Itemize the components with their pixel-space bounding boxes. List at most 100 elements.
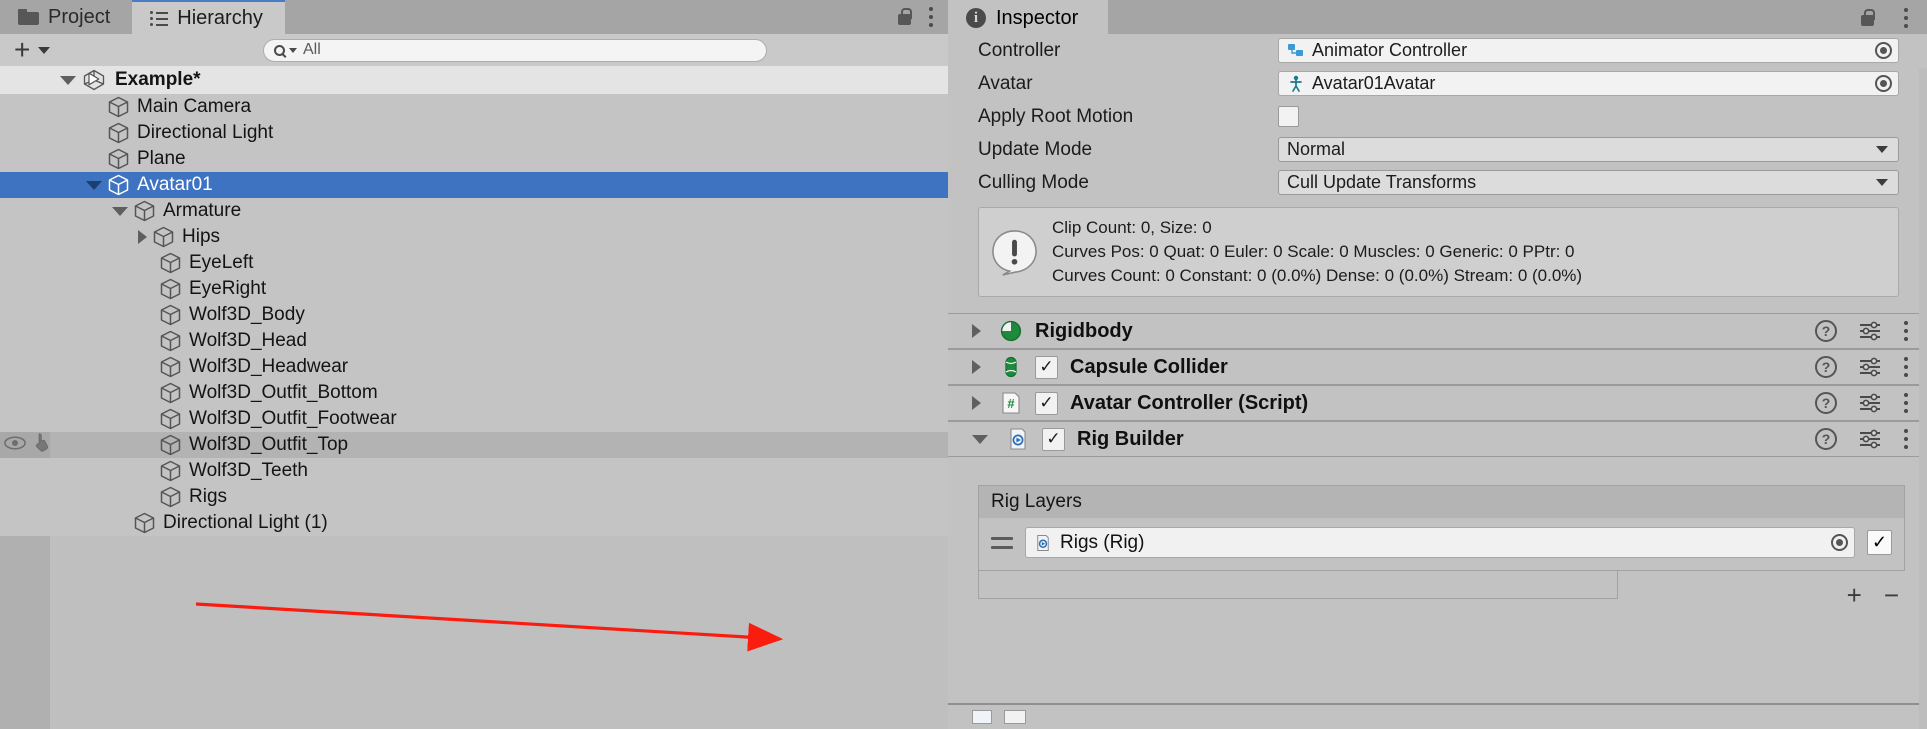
- animator-info-helpbox: Clip Count: 0, Size: 0 Curves Pos: 0 Qua…: [978, 207, 1899, 298]
- pickability-toggle[interactable]: [32, 432, 52, 458]
- object-picker-icon[interactable]: [1875, 42, 1892, 59]
- rig-layer-item[interactable]: Rigs (Rig) ✓: [991, 527, 1892, 559]
- add-gameobject-button[interactable]: +: [14, 36, 51, 64]
- inspector-kebab-menu-icon[interactable]: [1903, 8, 1909, 28]
- hierarchy-row[interactable]: Directional Light: [0, 120, 948, 146]
- update-mode-dropdown[interactable]: Normal: [1278, 137, 1899, 162]
- rigidbody-icon: [1000, 321, 1022, 342]
- hierarchy-row-label: Rigs: [189, 486, 228, 507]
- remove-rig-layer-button[interactable]: −: [1884, 582, 1899, 608]
- help-icon[interactable]: ?: [1815, 320, 1837, 343]
- gameobject-cube-icon: [153, 226, 174, 248]
- property-row-update-mode: Update Mode Normal: [948, 133, 1927, 166]
- collapse-arrow-icon[interactable]: [86, 180, 102, 190]
- drag-handle[interactable]: [991, 536, 1013, 549]
- hierarchy-row[interactable]: Wolf3D_Outfit_Bottom: [0, 380, 948, 406]
- rig-layers-list: Rig Layers Rigs (Rig) ✓: [978, 485, 1905, 572]
- preset-icon[interactable]: [1859, 357, 1881, 377]
- kebab-menu-icon[interactable]: [1903, 393, 1909, 414]
- rig-layer-enabled-checkbox[interactable]: ✓: [1867, 530, 1892, 556]
- hierarchy-row[interactable]: Hips: [0, 224, 948, 250]
- hierarchy-row[interactable]: Rigs: [0, 484, 948, 510]
- component-icon-partial: [972, 710, 992, 724]
- gameobject-cube-icon: [160, 382, 181, 404]
- hierarchy-row[interactable]: Directional Light (1): [0, 510, 948, 536]
- hierarchy-row-label: Main Camera: [137, 96, 252, 117]
- hierarchy-row[interactable]: Wolf3D_Body: [0, 302, 948, 328]
- avatar-object-field[interactable]: Avatar01Avatar: [1278, 71, 1899, 96]
- hierarchy-row[interactable]: Example*: [0, 66, 948, 94]
- hierarchy-row[interactable]: Plane: [0, 146, 948, 172]
- search-filter-chevron-icon[interactable]: [289, 47, 297, 53]
- culling-mode-dropdown[interactable]: Cull Update Transforms: [1278, 170, 1899, 195]
- rig-builder-icon: [1010, 428, 1026, 450]
- tab-inspector[interactable]: i Inspector: [948, 0, 1109, 34]
- collapse-arrow-icon[interactable]: [972, 434, 988, 444]
- hierarchy-row[interactable]: EyeRight: [0, 276, 948, 302]
- component-header-capsule-collider[interactable]: ✓ Capsule Collider ?: [948, 349, 1927, 386]
- hierarchy-row[interactable]: Wolf3D_Outfit_Top: [0, 432, 948, 458]
- component-header-rigidbody[interactable]: Rigidbody ?: [948, 313, 1927, 350]
- component-enabled-checkbox[interactable]: ✓: [1035, 355, 1058, 379]
- component-enabled-checkbox[interactable]: ✓: [1042, 427, 1065, 451]
- component-header-avatar-controller[interactable]: # ✓ Avatar Controller (Script) ?: [948, 385, 1927, 422]
- inspector-lock-icon[interactable]: [1860, 9, 1875, 27]
- hierarchy-row[interactable]: Armature: [0, 198, 948, 224]
- gameobject-cube-icon: [160, 434, 181, 456]
- component-header-rig-builder[interactable]: ✓ Rig Builder ?: [948, 421, 1927, 458]
- hierarchy-row[interactable]: Wolf3D_Head: [0, 328, 948, 354]
- hierarchy-row[interactable]: Wolf3D_Teeth: [0, 458, 948, 484]
- component-enabled-checkbox-partial[interactable]: [1004, 710, 1026, 724]
- object-picker-icon[interactable]: [1831, 534, 1848, 552]
- hierarchy-row[interactable]: EyeLeft: [0, 250, 948, 276]
- unity-scene-icon: [82, 69, 106, 91]
- expand-arrow-icon[interactable]: [138, 230, 147, 244]
- component-enabled-checkbox[interactable]: ✓: [1035, 391, 1058, 415]
- expand-arrow-icon[interactable]: [972, 360, 981, 375]
- hierarchy-row[interactable]: Main Camera: [0, 94, 948, 120]
- help-icon[interactable]: ?: [1815, 392, 1837, 415]
- kebab-menu-icon[interactable]: [1903, 357, 1909, 378]
- object-picker-icon[interactable]: [1875, 75, 1892, 92]
- hierarchy-row-label: Directional Light: [137, 122, 274, 143]
- preset-icon[interactable]: [1859, 393, 1881, 413]
- inspector-panel: i Inspector Controller Animator Controll…: [948, 0, 1927, 729]
- hierarchy-row[interactable]: Wolf3D_Headwear: [0, 354, 948, 380]
- collapse-arrow-icon[interactable]: [60, 75, 76, 85]
- apply-root-motion-checkbox[interactable]: [1278, 106, 1299, 127]
- collapse-arrow-icon[interactable]: [112, 206, 128, 216]
- preset-icon[interactable]: [1859, 429, 1881, 449]
- avatar-value: Avatar01Avatar: [1312, 73, 1436, 93]
- rig-object-field[interactable]: Rigs (Rig): [1025, 527, 1855, 559]
- helpbox-line-3: Curves Count: 0 Constant: 0 (0.0%) Dense…: [1052, 266, 1583, 286]
- expand-arrow-icon[interactable]: [972, 396, 981, 411]
- search-icon: [274, 44, 285, 56]
- hierarchy-row[interactable]: Avatar01: [0, 172, 948, 198]
- preset-icon[interactable]: [1859, 321, 1881, 341]
- help-icon[interactable]: ?: [1815, 428, 1837, 451]
- help-icon[interactable]: ?: [1815, 356, 1837, 379]
- add-rig-layer-button[interactable]: +: [1847, 582, 1862, 608]
- kebab-menu-icon[interactable]: [1903, 429, 1909, 450]
- next-component-header-partial[interactable]: [948, 703, 1927, 729]
- search-input[interactable]: All: [263, 38, 767, 62]
- kebab-menu-icon[interactable]: [1903, 321, 1909, 342]
- tab-hierarchy[interactable]: Hierarchy: [132, 0, 285, 35]
- gameobject-cube-icon: [160, 330, 181, 352]
- lock-icon[interactable]: [897, 8, 912, 26]
- kebab-menu-icon[interactable]: [928, 7, 934, 27]
- expand-arrow-icon[interactable]: [972, 324, 981, 339]
- hierarchy-row[interactable]: Wolf3D_Outfit_Footwear: [0, 406, 948, 432]
- inspector-scrollbar[interactable]: [1919, 68, 1927, 729]
- controller-object-field[interactable]: Animator Controller: [1278, 38, 1899, 63]
- visibility-toggle[interactable]: [4, 434, 26, 456]
- chevron-down-icon: [38, 46, 51, 54]
- hierarchy-row-label: Wolf3D_Body: [189, 304, 305, 325]
- tab-project[interactable]: Project: [0, 0, 133, 34]
- hierarchy-tree[interactable]: Example* Main Camera Directional Light Plan…: [0, 66, 948, 729]
